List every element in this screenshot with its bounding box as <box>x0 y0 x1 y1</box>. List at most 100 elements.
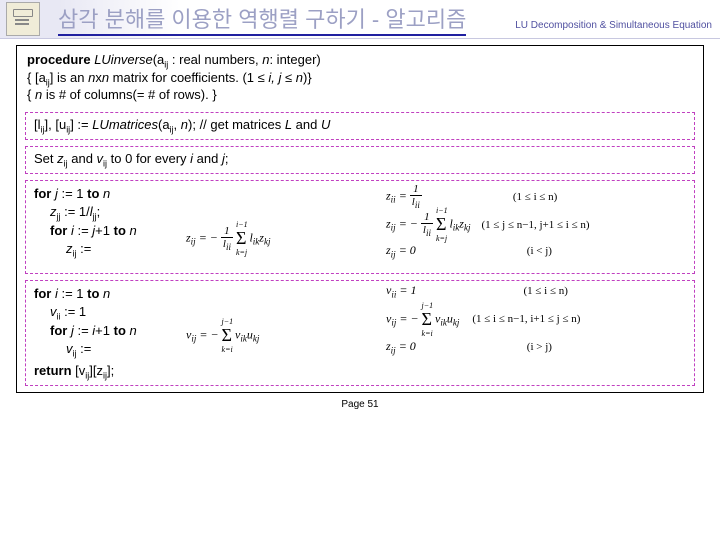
sum-icon: Σ <box>236 228 246 248</box>
t: := 1 <box>61 304 87 319</box>
t: : integer) <box>269 52 320 67</box>
t: is # of columns(= # of rows). } <box>42 87 216 102</box>
t: = − <box>196 327 221 341</box>
step-box-1: [lij], [uij] := LUmatrices(aij, n); // g… <box>25 112 695 140</box>
formula-v-mid: vij = − j−1Σk=i vikukj <box>186 325 259 346</box>
kw: for <box>34 186 55 201</box>
subtitle: LU Decomposition & Simultaneous Equation <box>515 20 712 31</box>
t: = − <box>196 231 221 245</box>
cond: (1 ≤ i ≤ n−1, i+1 ≤ j ≤ n) <box>472 313 580 325</box>
proc: LUinverse <box>94 52 153 67</box>
t: i−1 <box>436 206 446 215</box>
t: ], [u <box>45 117 67 132</box>
t: ≤ <box>281 70 295 85</box>
page-number: Page 51 <box>0 399 720 410</box>
t: Set <box>34 151 57 166</box>
sum-icon: Σ <box>222 325 232 345</box>
kw: return <box>34 363 75 378</box>
cond: (1 ≤ i ≤ n) <box>523 285 567 297</box>
s: ii <box>426 228 431 238</box>
kw: to <box>114 323 130 338</box>
t: (a <box>153 52 165 67</box>
t: k=i <box>222 345 232 354</box>
t: +1 <box>95 223 113 238</box>
kw: to <box>87 286 103 301</box>
s: kj <box>464 223 471 233</box>
t: 1 <box>421 211 433 224</box>
t: := 1 <box>58 286 87 301</box>
t: { <box>27 87 35 102</box>
t: = − <box>396 311 421 325</box>
header: 삼각 분해를 이용한 역행렬 구하기 - 알고리즘 LU Decompositi… <box>0 0 720 39</box>
t: (a <box>158 117 170 132</box>
t: := <box>74 223 92 238</box>
t: k=j <box>236 248 246 257</box>
v: i, j <box>268 70 281 85</box>
t: k=i <box>422 329 432 338</box>
t: [v <box>75 363 85 378</box>
t: matrix for coefficients. (1 ≤ <box>109 70 268 85</box>
s: kj <box>264 237 271 247</box>
t: and <box>68 151 97 166</box>
step-box-2: Set zij and vij to 0 for every i and j; <box>25 146 695 174</box>
t: and <box>292 117 321 132</box>
sum-icon: Σ <box>436 214 446 234</box>
step-box-3: for j := 1 to n zjj := 1/ljj; for i := j… <box>25 180 695 274</box>
formula-z-mid: zij = − 1lii i−1Σk=j likzkj <box>186 225 270 252</box>
t: , <box>174 117 181 132</box>
cond: (i < j) <box>527 245 552 257</box>
t: +1 <box>95 323 113 338</box>
t: = 1 <box>396 283 416 297</box>
formula-z-3: zij = 0 (i < j) <box>386 243 552 259</box>
t: : real numbers, <box>168 52 262 67</box>
s: ii <box>226 242 231 252</box>
v: U <box>321 117 330 132</box>
v: n <box>103 186 110 201</box>
formula-v-1: vii = 1 (1 ≤ i ≤ n) <box>386 283 568 299</box>
v: n <box>102 70 109 85</box>
t: := <box>74 323 92 338</box>
sum-icon: Σ <box>422 309 432 329</box>
s: kj <box>453 318 460 328</box>
t: := <box>77 341 92 356</box>
page-title: 삼각 분해를 이용한 역행렬 구하기 - 알고리즘 <box>58 2 466 36</box>
t: ); // get matrices <box>188 117 285 132</box>
t: j−1 <box>422 301 432 310</box>
formula-z-2: zij = − 1lii i−1Σk=j likzkj (1 ≤ j ≤ n−1… <box>386 211 590 238</box>
v: n <box>181 117 188 132</box>
t: to 0 for every <box>107 151 190 166</box>
t: = 0 <box>396 339 416 353</box>
kw: to <box>87 186 103 201</box>
t: ; <box>225 151 229 166</box>
t: ; <box>97 204 101 219</box>
t: ] is an <box>50 70 88 85</box>
procedure-signature: procedure LUinverse(aij : real numbers, … <box>17 46 703 112</box>
v: n <box>130 323 137 338</box>
t: 1 <box>410 183 422 196</box>
kw: for <box>50 223 71 238</box>
proc: LUmatrices <box>92 117 158 132</box>
kw: procedure <box>27 52 94 67</box>
t: := 1 <box>58 186 87 201</box>
kw: for <box>34 286 55 301</box>
content-frame: procedure LUinverse(aij : real numbers, … <box>16 45 704 393</box>
t: = <box>396 189 410 203</box>
s: ii <box>415 200 420 210</box>
v: L <box>285 117 292 132</box>
t: j−1 <box>222 317 232 326</box>
step-box-4: for i := 1 to n vii := 1 for j := i+1 to… <box>25 280 695 386</box>
cond: (1 ≤ j ≤ n−1, j+1 ≤ i ≤ n) <box>481 219 589 231</box>
cond: (i > j) <box>527 341 552 353</box>
cond: (1 ≤ i ≤ n) <box>513 191 557 203</box>
t: { [a <box>27 70 46 85</box>
t: k=j <box>436 234 446 243</box>
v: n <box>103 286 110 301</box>
t: and <box>193 151 222 166</box>
logo-icon <box>6 2 40 36</box>
t: ]; <box>107 363 114 378</box>
formula-z-1: zii = 1lii (1 ≤ i ≤ n) <box>386 183 557 210</box>
kw: to <box>114 223 130 238</box>
formula-v-3: zij = 0 (i > j) <box>386 339 552 355</box>
t: = − <box>396 217 421 231</box>
t: i−1 <box>236 220 246 229</box>
